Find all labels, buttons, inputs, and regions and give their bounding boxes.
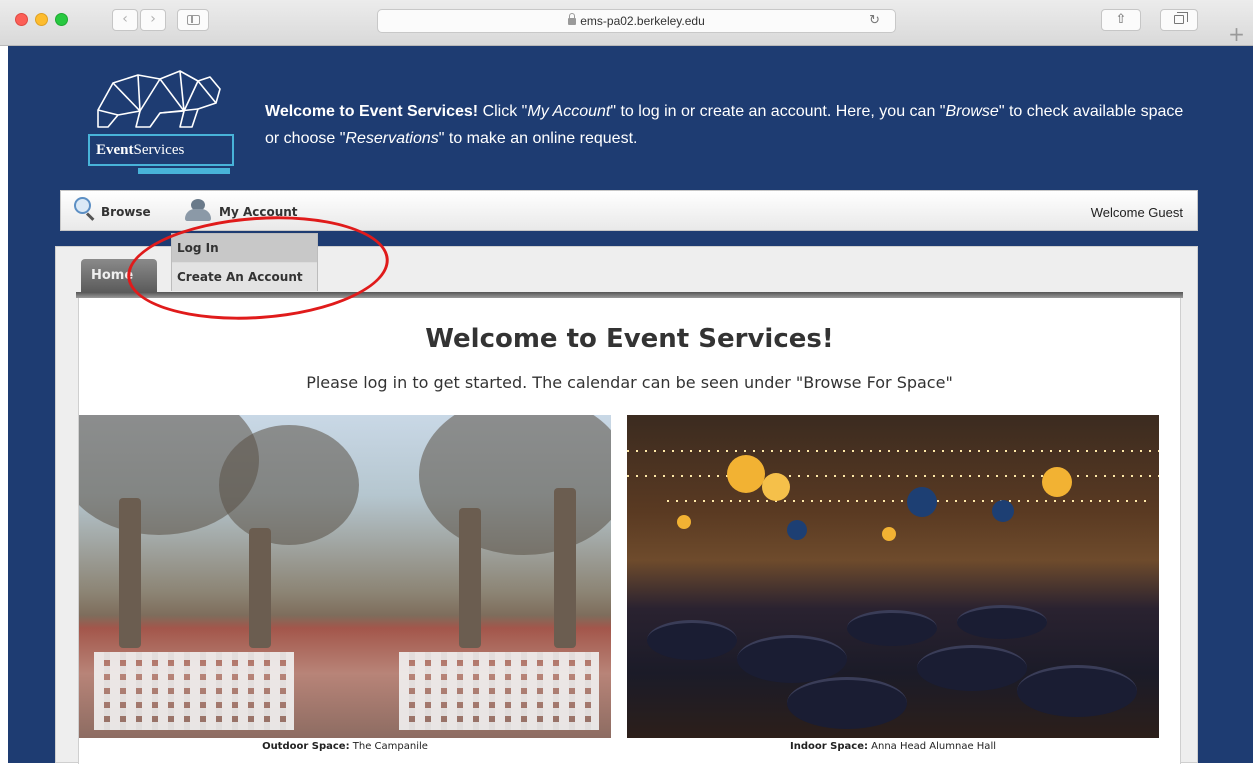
indoor-space-photo [627, 415, 1159, 738]
browser-toolbar: ‹ › ems-pa02.berkeley.edu ↻ ⇧ + [0, 0, 1253, 46]
reload-icon[interactable]: ↻ [869, 13, 880, 28]
user-icon[interactable] [183, 199, 213, 221]
outdoor-caption: Outdoor Space: The Campanile [262, 741, 428, 752]
page-title: Welcome to Event Services! [425, 324, 834, 354]
lock-icon [568, 13, 577, 25]
share-button[interactable]: ⇧ [1101, 9, 1141, 31]
search-icon[interactable] [74, 197, 91, 214]
welcome-message: Welcome to Event Services! Click "My Acc… [265, 103, 1184, 147]
content-panel: Home Welcome to Event Services! Please l… [55, 246, 1198, 764]
close-window-button[interactable] [15, 13, 28, 26]
welcome-guest-text: Welcome Guest [1090, 205, 1183, 220]
back-button[interactable]: ‹ [112, 9, 138, 31]
logo-sub-band [138, 168, 230, 174]
show-tabs-button[interactable] [1160, 9, 1198, 31]
page: EventServices Welcome to Event Services!… [8, 46, 1253, 764]
content-body: Welcome to Event Services! Please log in… [78, 298, 1181, 764]
tabs-icon [1174, 12, 1188, 24]
zoom-window-button[interactable] [55, 13, 68, 26]
chevron-left-icon: ‹ [122, 11, 128, 27]
page-subtitle: Please log in to get started. The calend… [306, 373, 953, 392]
outdoor-space-photo [79, 415, 611, 738]
sidebar-icon [187, 15, 200, 25]
indoor-caption: Indoor Space: Anna Head Alumnae Hall [790, 741, 996, 752]
forward-button[interactable]: › [140, 9, 166, 31]
new-tab-button[interactable]: + [1220, 24, 1253, 46]
chevron-right-icon: › [150, 11, 156, 27]
address-bar[interactable]: ems-pa02.berkeley.edu ↻ [377, 9, 896, 33]
sidebar-toggle-button[interactable] [177, 9, 209, 31]
browse-menu-item[interactable]: Browse [101, 205, 151, 219]
minimize-window-button[interactable] [35, 13, 48, 26]
logo-wordmark: EventServices [88, 134, 234, 166]
url-text: ems-pa02.berkeley.edu [580, 14, 705, 28]
share-icon: ⇧ [1115, 12, 1127, 27]
event-services-logo[interactable]: EventServices [88, 65, 238, 177]
bear-logo-icon [97, 70, 221, 128]
